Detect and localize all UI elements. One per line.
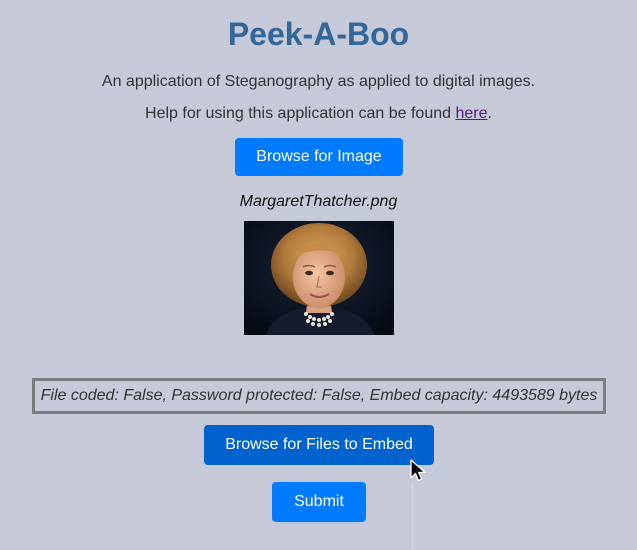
help-suffix: . xyxy=(487,105,492,122)
file-status: File coded: False, Password protected: F… xyxy=(32,378,606,414)
cursor-trail xyxy=(412,483,413,550)
image-preview xyxy=(244,221,394,335)
portrait-photo xyxy=(244,221,394,335)
help-prefix: Help for using this application can be f… xyxy=(145,105,456,122)
browse-files-button[interactable]: Browse for Files to Embed xyxy=(204,425,434,465)
app-title: Peek-A-Boo xyxy=(227,16,410,52)
help-line: Help for using this application can be f… xyxy=(0,104,637,124)
app-subtitle: An application of Steganography as appli… xyxy=(101,73,536,90)
browse-image-button[interactable]: Browse for Image xyxy=(235,138,403,176)
help-link[interactable]: here xyxy=(455,105,487,122)
image-filename: MargaretThatcher.png xyxy=(239,193,398,210)
submit-button[interactable]: Submit xyxy=(272,482,366,522)
